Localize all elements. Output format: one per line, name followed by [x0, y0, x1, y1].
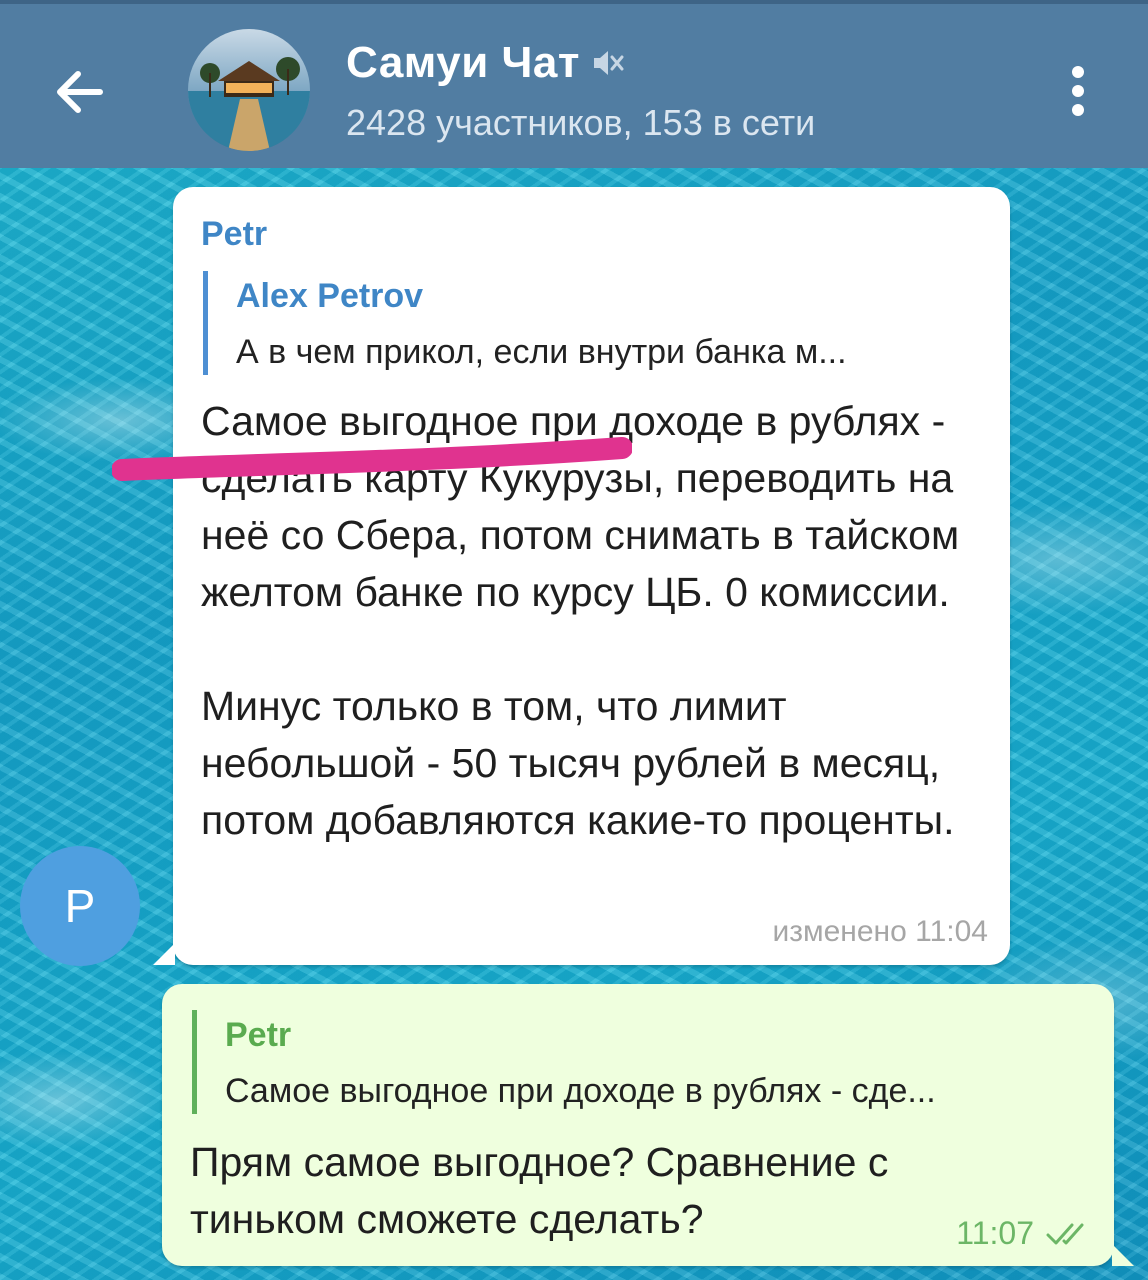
- vertical-dots-icon: [1052, 66, 1104, 116]
- chat-header: Самуи Чат 2428 участников, 153 в сети: [0, 0, 1148, 168]
- chat-subtitle: 2428 участников, 153 в сети: [346, 102, 816, 143]
- arrow-left-icon: [57, 71, 103, 113]
- message-sender[interactable]: Petr: [201, 215, 267, 254]
- back-button[interactable]: [44, 56, 116, 128]
- message-text: Прям самое выгодное? Сравнение с тиньком…: [190, 1139, 900, 1242]
- menu-button[interactable]: [1052, 60, 1104, 124]
- chat-screen: Самуи Чат 2428 участников, 153 в сети Pe…: [0, 0, 1148, 1280]
- title-row[interactable]: Самуи Чат: [346, 38, 626, 88]
- outgoing-message[interactable]: Petr Самое выгодное при доходе в рублях …: [162, 984, 1134, 1266]
- reply-author: Alex Petrov: [236, 277, 424, 315]
- reply-preview[interactable]: Petr Самое выгодное при доходе в рублях …: [192, 1010, 1097, 1114]
- message-time-row: 11:07: [956, 1215, 1092, 1252]
- sender-avatar[interactable]: P: [20, 846, 140, 966]
- double-check-icon: [1046, 1223, 1084, 1244]
- chat-avatar[interactable]: [188, 29, 310, 151]
- message-meta: изменено 11:04: [772, 915, 988, 948]
- muted-speaker-icon: [593, 51, 624, 75]
- reply-preview[interactable]: Alex Petrov А в чем прикол, если внутри …: [203, 271, 998, 375]
- reply-text: А в чем прикол, если внутри банка м...: [236, 333, 847, 371]
- reply-text: Самое выгодное при доходе в рублях - сде…: [225, 1072, 936, 1110]
- message-text: Самое выгодное при доходе в рублях - сде…: [201, 398, 960, 843]
- reply-author: Petr: [225, 1016, 292, 1054]
- chat-title: Самуи Чат: [346, 38, 580, 87]
- message-time: 11:07: [956, 1215, 1034, 1251]
- incoming-message[interactable]: Petr Alex Petrov А в чем прикол, если вн…: [153, 187, 1010, 965]
